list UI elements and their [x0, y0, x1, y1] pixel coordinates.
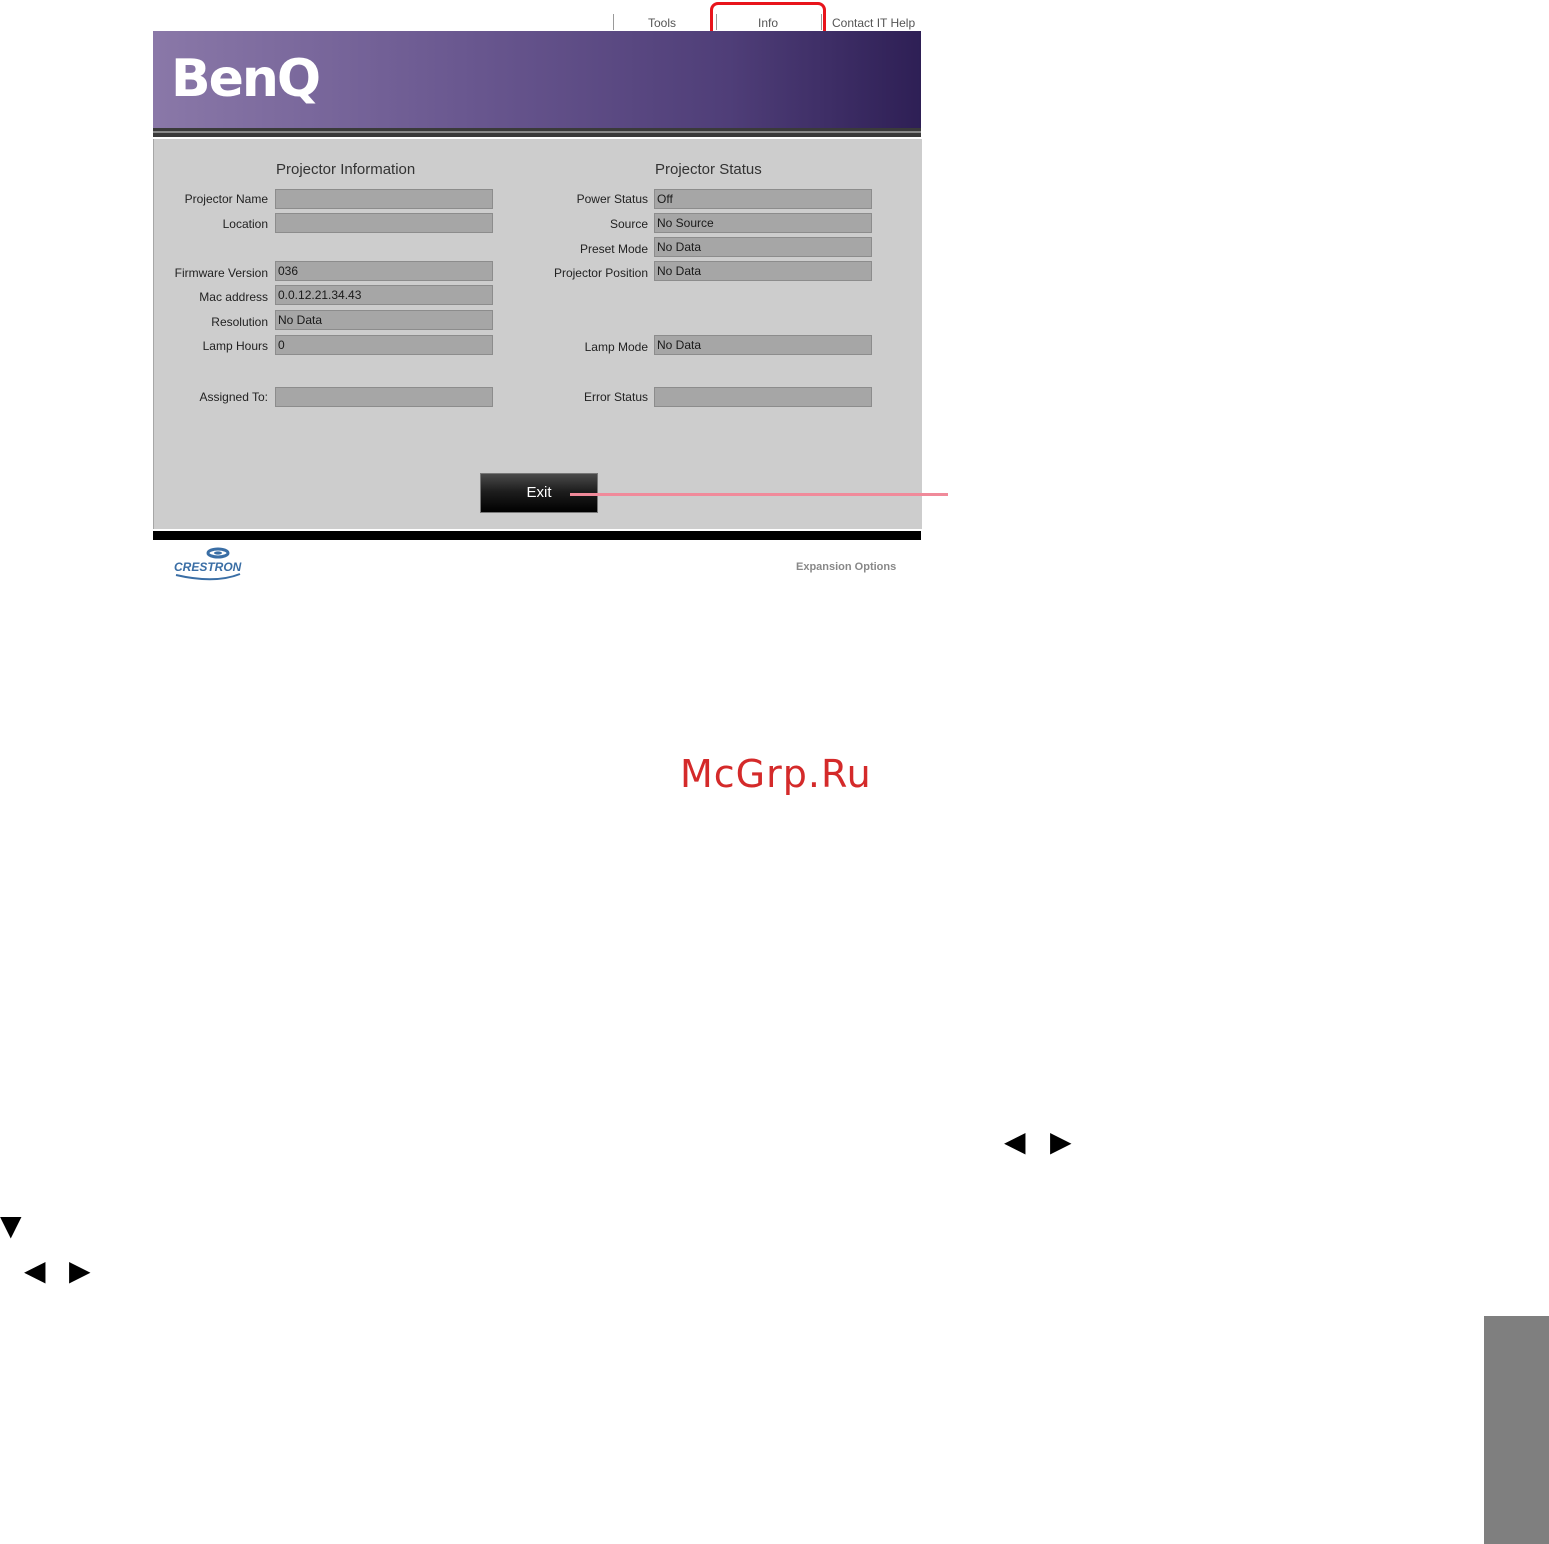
footer-divider: [153, 531, 921, 540]
lamp-mode-field: No Data: [654, 335, 872, 355]
lamp-mode-label: Lamp Mode: [584, 340, 648, 354]
firmware-version-field: 036: [275, 261, 493, 281]
callout-line: [570, 493, 948, 496]
projector-position-label: Projector Position: [553, 266, 648, 280]
down-arrow-icon: ▼: [0, 1209, 22, 1242]
firmware-version-label: Firmware Version: [174, 266, 268, 280]
left-arrow-icon: ◀: [1004, 1125, 1026, 1158]
nav-contact-link[interactable]: Contact IT Help: [832, 16, 915, 30]
source-field: No Source: [654, 213, 872, 233]
projector-information-title: Projector Information: [276, 161, 416, 178]
crestron-logo: CRESTRON: [170, 544, 270, 584]
projector-name-field: [275, 189, 493, 209]
projector-status-title: Projector Status: [655, 161, 762, 178]
benq-logo: BenQ: [171, 49, 321, 109]
assigned-to-field: [275, 387, 493, 407]
crestron-logo-text: CRESTRON: [174, 560, 242, 574]
watermark-text: McGrp.Ru: [680, 752, 872, 796]
resolution-field: No Data: [275, 310, 493, 330]
error-status-label: Error Status: [583, 390, 648, 404]
info-panel: Projector Information Projector Status P…: [153, 139, 922, 529]
side-tab: [1484, 1316, 1549, 1544]
location-field: [275, 213, 493, 233]
source-label: Source: [609, 217, 648, 231]
preset-mode-field: No Data: [654, 237, 872, 257]
mac-address-field: 0.0.12.21.34.43: [275, 285, 493, 305]
projector-position-field: No Data: [654, 261, 872, 281]
header-divider: [153, 128, 921, 137]
nav-tools-link[interactable]: Tools: [648, 16, 676, 30]
mac-address-label: Mac address: [199, 290, 268, 304]
error-status-field: [654, 387, 872, 407]
header-banner: BenQ: [153, 31, 921, 128]
nav-separator: [613, 14, 614, 30]
projector-name-label: Projector Name: [184, 192, 268, 206]
power-status-field: Off: [654, 189, 872, 209]
right-arrow-icon: ▶: [69, 1254, 91, 1287]
lamp-hours-label: Lamp Hours: [202, 339, 268, 353]
expansion-options-link[interactable]: Expansion Options: [796, 561, 896, 573]
power-status-label: Power Status: [576, 192, 648, 206]
left-arrow-icon: ◀: [24, 1254, 46, 1287]
lamp-hours-field: 0: [275, 335, 493, 355]
right-arrow-icon: ▶: [1050, 1125, 1072, 1158]
resolution-label: Resolution: [211, 315, 268, 329]
preset-mode-label: Preset Mode: [579, 242, 648, 256]
assigned-to-label: Assigned To:: [199, 390, 269, 404]
location-label: Location: [222, 217, 268, 231]
